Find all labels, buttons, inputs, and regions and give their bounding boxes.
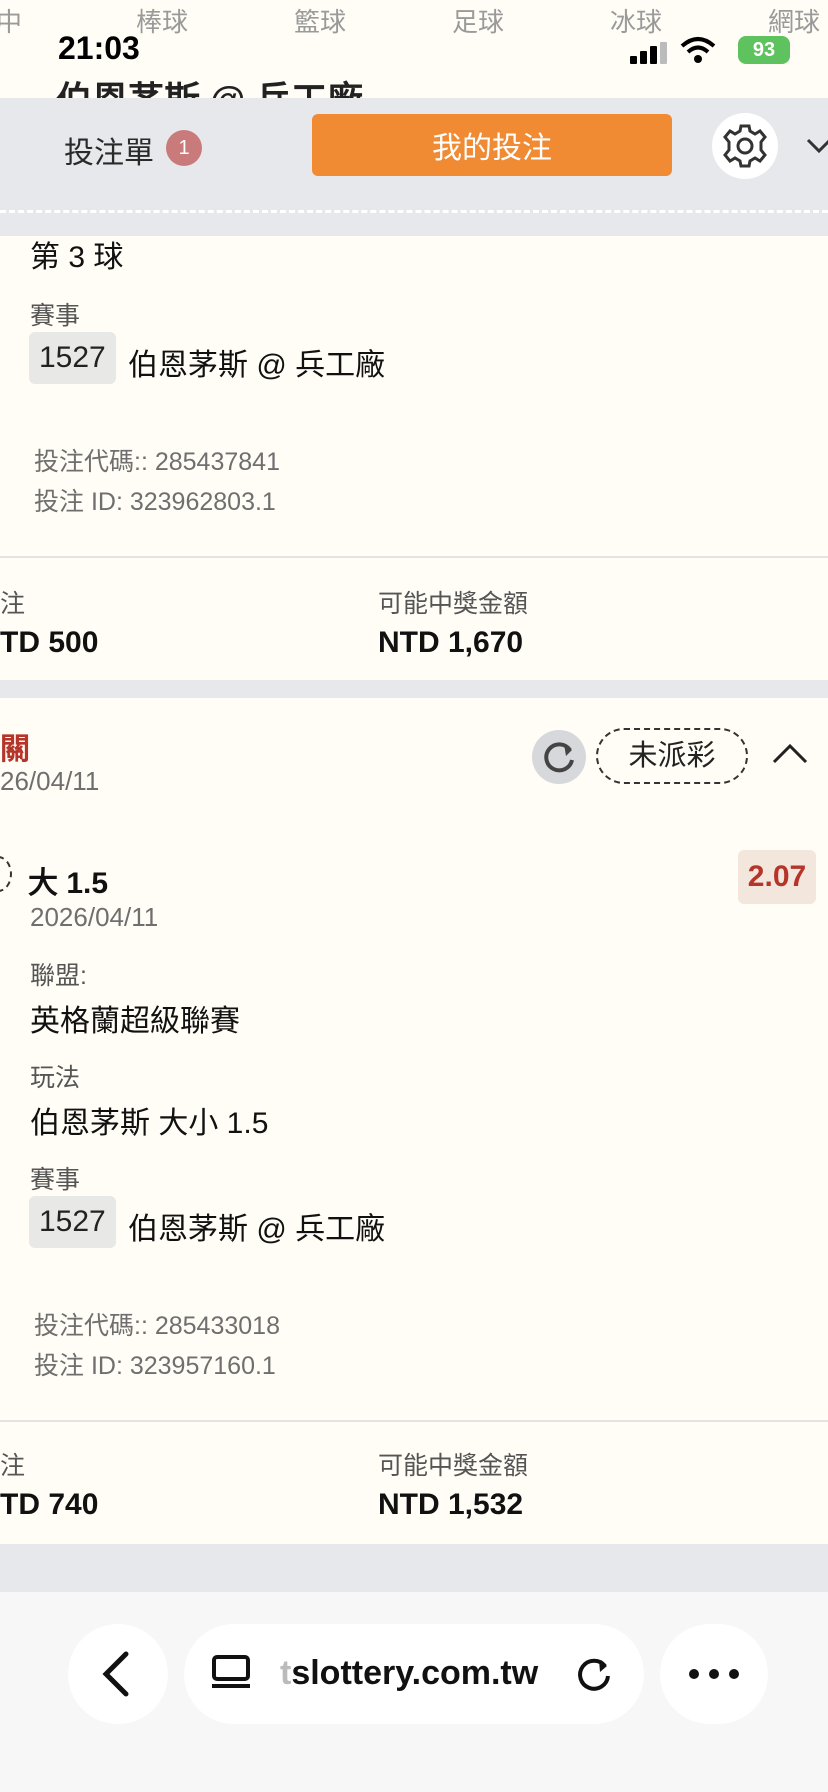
betslip-title[interactable]: 投注單: [64, 128, 154, 172]
wifi-icon: [680, 37, 716, 63]
chevron-down-icon[interactable]: [804, 134, 828, 158]
bet1-win: NTD 1,670: [378, 626, 524, 659]
bet1-event-code: 1527: [29, 332, 116, 384]
bet2-odds: 2.07: [738, 850, 816, 904]
bet2-bet-id: 投注 ID: 323957160.1: [34, 1352, 276, 1380]
section-separator: [0, 680, 828, 698]
bet1-stake-label: 注: [0, 590, 26, 618]
bet1-stake: TD 500: [0, 626, 99, 659]
refresh-icon: [544, 742, 574, 773]
bet2-status-badge: 未派彩: [596, 728, 748, 784]
page: 中 棒球 籃球 足球 冰球 網球 21:03 93 伯恩茅斯 @ 兵工廠 投注單…: [0, 0, 828, 1792]
sport-tab-icehockey[interactable]: 冰球: [610, 2, 662, 39]
bet2-stake: TD 740: [0, 1488, 99, 1521]
reload-icon[interactable]: [572, 1652, 616, 1696]
back-button[interactable]: [68, 1624, 168, 1724]
header-divider: [0, 210, 828, 213]
section-separator: [0, 1544, 828, 1592]
sport-tab-soccer[interactable]: 足球: [452, 2, 504, 39]
bet2-event-name: 伯恩茅斯 @ 兵工廠: [128, 1213, 386, 1246]
betslip-header: 投注單 1 我的投注: [0, 98, 828, 236]
more-button[interactable]: [660, 1624, 768, 1724]
settings-button[interactable]: [712, 113, 778, 179]
tabs-icon: [212, 1655, 250, 1688]
divider: [0, 556, 828, 558]
bet2-bet-code: 投注代碼:: 285433018: [34, 1312, 280, 1340]
bet2-league: 英格蘭超級聯賽: [30, 1005, 240, 1038]
my-bets-button[interactable]: 我的投注: [312, 114, 672, 176]
signal-bar: [650, 46, 657, 64]
chevron-up-icon[interactable]: [770, 738, 810, 768]
bet2-win-label: 可能中獎金額: [378, 1452, 529, 1480]
address-url: tslottery.com.tw: [280, 1654, 538, 1693]
signal-bar: [640, 51, 647, 64]
battery-icon: 93: [738, 36, 790, 64]
bet1-selection: 第 3 球: [30, 241, 124, 274]
bet2-type: 關: [0, 733, 30, 766]
behind-title: 伯恩茅斯 @ 兵工廠: [56, 80, 363, 100]
betslip-count-badge: 1: [166, 130, 202, 166]
refresh-button[interactable]: [532, 730, 586, 784]
sport-tab-basketball[interactable]: 籃球: [294, 2, 346, 39]
bet1-event-label: 賽事: [30, 302, 81, 330]
bet2-market-label: 玩法: [30, 1064, 81, 1092]
bet2-selection: 大 1.5: [28, 867, 109, 900]
bet1-event-name: 伯恩茅斯 @ 兵工廠: [128, 349, 386, 382]
status-icons: 93: [630, 36, 790, 66]
bet2-win: NTD 1,532: [378, 1488, 524, 1521]
bet2-stake-label: 注: [0, 1452, 26, 1480]
status-time: 21:03: [58, 30, 140, 66]
url-faded: t: [280, 1654, 292, 1692]
divider: [0, 1420, 828, 1422]
gear-icon: [723, 124, 767, 168]
signal-icon: [630, 56, 637, 64]
bet1-bet-code: 投注代碼:: 285437841: [34, 448, 280, 476]
bet2-market: 伯恩茅斯 大小 1.5: [30, 1107, 269, 1140]
bet2-event-label: 賽事: [30, 1166, 81, 1194]
more-icon: [689, 1669, 739, 1679]
bet2-league-label: 聯盟:: [30, 962, 87, 990]
browser-toolbar: tslottery.com.tw: [0, 1592, 828, 1792]
sport-tab-tennis[interactable]: 網球: [768, 2, 820, 39]
sport-tab-bar: 中 棒球 籃球 足球 冰球 網球: [0, 0, 828, 37]
sport-tab[interactable]: 中: [0, 2, 22, 39]
bet2-event-code: 1527: [29, 1196, 116, 1248]
bet2-date: 26/04/11: [0, 766, 100, 796]
bet2-selection-date: 2026/04/11: [30, 902, 159, 932]
signal-bar: [660, 42, 667, 64]
chevron-left-icon: [102, 1651, 129, 1697]
sport-tab-baseball[interactable]: 棒球: [136, 2, 188, 39]
bet1-win-label: 可能中獎金額: [378, 590, 529, 618]
selection-status-icon: [0, 856, 12, 892]
address-bar[interactable]: tslottery.com.tw: [184, 1624, 644, 1724]
bet1-bet-id: 投注 ID: 323962803.1: [34, 488, 276, 516]
url-text: slottery.com.tw: [291, 1654, 539, 1692]
